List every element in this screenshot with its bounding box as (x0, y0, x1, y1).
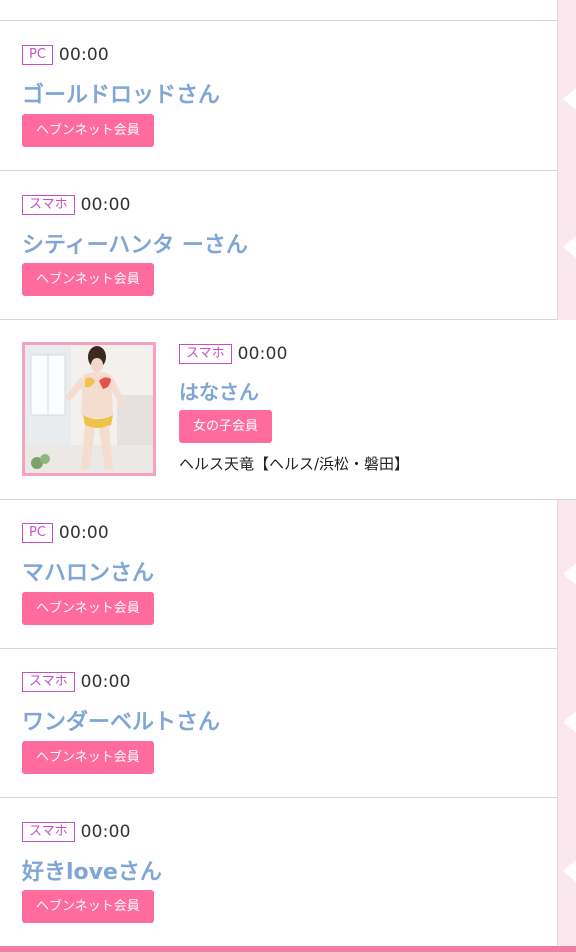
visit-time: 00:00 (80, 195, 131, 215)
chevron-left-icon (563, 860, 576, 882)
visit-time: 00:00 (80, 822, 131, 842)
member-badge: ヘブンネット会員 (22, 114, 154, 147)
device-badge: PC (22, 45, 53, 65)
device-badge: スマホ (22, 822, 75, 842)
device-badge: PC (22, 523, 53, 543)
chevron-left-icon (563, 236, 576, 258)
visitor-name[interactable]: ワンダーベルトさん (22, 704, 220, 736)
member-badge: ヘブンネット会員 (22, 263, 154, 296)
visitor-name[interactable]: 好きloveさん (22, 854, 162, 886)
meta-row: スマホ 00:00 (22, 671, 131, 693)
visitor-name[interactable]: ゴールドロッドさん (22, 77, 220, 109)
device-badge: スマホ (179, 344, 232, 364)
visitor-name[interactable]: はなさん (179, 376, 259, 405)
meta-row: スマホ 00:00 (22, 821, 131, 843)
list-item[interactable]: スマホ 00:00 ワンダーベルトさん ヘブンネット会員 (0, 649, 557, 798)
list-item-featured[interactable]: スマホ 00:00 はなさん 女の子会員 ヘルス天竜【ヘルス/浜松・磐田】 (0, 320, 576, 500)
visitor-list: PC 00:00 ゴールドロッドさん ヘブンネット会員 スマホ 00:00 シテ… (0, 0, 576, 946)
visit-time: 00:00 (237, 344, 288, 364)
chevron-left-icon (563, 88, 576, 110)
visitor-list-page: PC 00:00 ゴールドロッドさん ヘブンネット会員 スマホ 00:00 シテ… (0, 0, 576, 952)
visitor-name[interactable]: マハロンさん (22, 555, 154, 587)
meta-row: スマホ 00:00 (179, 343, 288, 365)
list-item[interactable]: スマホ 00:00 好きloveさん ヘブンネット会員 (0, 798, 557, 946)
device-badge: スマホ (22, 672, 75, 692)
visit-time: 00:00 (58, 523, 109, 543)
member-badge: ヘブンネット会員 (22, 741, 154, 774)
meta-row: PC 00:00 (22, 44, 109, 66)
device-badge: スマホ (22, 195, 75, 215)
visit-time: 00:00 (58, 45, 109, 65)
member-badge: 女の子会員 (179, 410, 273, 443)
member-badge: ヘブンネット会員 (22, 592, 154, 625)
meta-row: スマホ 00:00 (22, 194, 131, 216)
list-item[interactable]: スマホ 00:00 シティーハンタ ーさん ヘブンネット会員 (0, 171, 557, 320)
member-badge: ヘブンネット会員 (22, 890, 154, 923)
meta-row: PC 00:00 (22, 522, 109, 544)
photo-image (25, 345, 153, 473)
chevron-left-icon (563, 711, 576, 733)
visitor-name[interactable]: シティーハンタ ーさん (22, 227, 248, 259)
shop-name[interactable]: ヘルス天竜【ヘルス/浜松・磐田】 (179, 453, 409, 474)
bottom-accent-bar (0, 946, 576, 952)
chevron-left-icon (563, 563, 576, 585)
list-item-previous[interactable] (0, 0, 557, 21)
list-item[interactable]: PC 00:00 マハロンさん ヘブンネット会員 (0, 500, 557, 649)
list-item[interactable]: PC 00:00 ゴールドロッドさん ヘブンネット会員 (0, 21, 557, 171)
profile-thumbnail[interactable] (22, 342, 156, 476)
visit-time: 00:00 (80, 672, 131, 692)
